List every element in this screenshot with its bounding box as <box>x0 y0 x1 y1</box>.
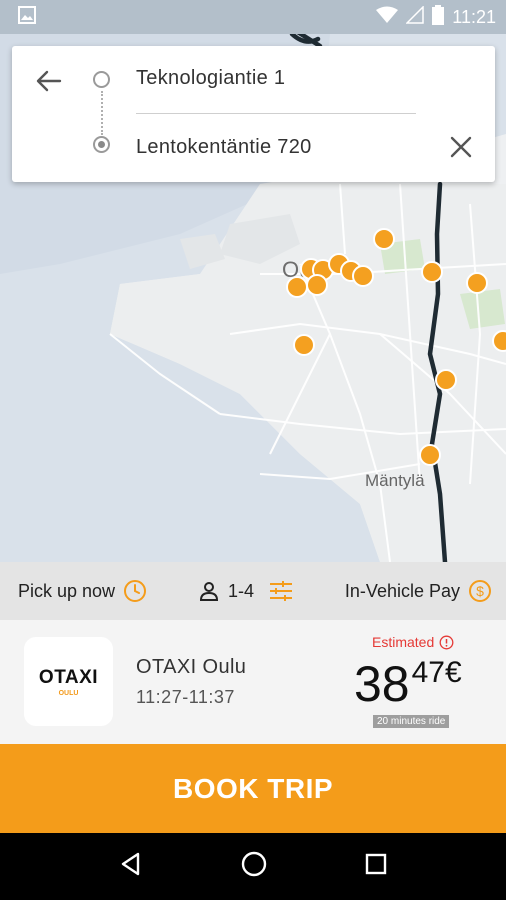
estimated-text: Estimated <box>372 634 435 650</box>
taxi-marker[interactable] <box>306 274 328 296</box>
price: 38 47€ <box>354 656 462 712</box>
book-trip-button[interactable]: BOOK TRIP <box>0 744 506 833</box>
destination-field[interactable]: Lentokentäntie 720 <box>136 136 312 159</box>
logo-text: OTAXI <box>38 666 99 688</box>
status-time: 11:21 <box>452 6 496 27</box>
person-icon <box>199 582 218 601</box>
taxi-marker[interactable] <box>435 369 457 391</box>
pickup-time-window: 11:27-11:37 <box>136 687 235 707</box>
signal-icon <box>405 4 425 29</box>
divider <box>136 113 416 114</box>
taxi-marker[interactable] <box>293 334 315 356</box>
filter-sliders-icon <box>270 581 292 601</box>
battery-icon <box>432 4 445 30</box>
payment-label: In-Vehicle Pay <box>344 580 460 601</box>
passengers-label: 1-4 <box>227 580 254 601</box>
info-icon <box>439 635 454 649</box>
passengers-option[interactable]: 1-4 <box>198 580 294 602</box>
route-connector <box>101 91 103 135</box>
provider-name: OTAXI Oulu <box>136 656 247 678</box>
price-decimal: 47€ <box>411 656 462 689</box>
taxi-marker[interactable] <box>466 272 488 294</box>
circle-home-icon <box>241 851 267 877</box>
origin-field[interactable]: Teknologiantie 1 <box>136 67 285 90</box>
back-button[interactable] <box>34 66 64 96</box>
taxi-marker[interactable] <box>373 228 395 250</box>
image-icon <box>18 5 36 29</box>
ride-duration-badge: 20 minutes ride <box>373 715 450 728</box>
taxi-marker[interactable] <box>352 265 374 287</box>
provider-row[interactable]: OTAXI OULU OTAXI Oulu 11:27-11:37 Estima… <box>0 620 506 744</box>
logo-subtext: OULU <box>58 689 79 697</box>
triangle-back-icon <box>121 852 140 876</box>
dollar-icon: $ <box>469 580 491 602</box>
home-nav-button[interactable] <box>240 850 268 883</box>
taxi-marker[interactable] <box>419 444 441 466</box>
pickup-label: Pick up now <box>18 580 116 601</box>
clock-icon <box>124 580 147 602</box>
clear-destination-button[interactable] <box>447 133 475 161</box>
system-nav-bar <box>0 833 506 900</box>
route-card: Teknologiantie 1 Lentokentäntie 720 <box>12 46 495 182</box>
square-recents-icon <box>365 853 387 875</box>
taxi-marker[interactable] <box>286 276 308 298</box>
back-nav-button[interactable] <box>118 851 144 882</box>
destination-dot-icon <box>93 136 110 153</box>
trip-options-bar: Pick up now 1-4 In-Vehicle Pay $ <box>0 562 506 620</box>
estimated-label[interactable]: Estimated <box>372 634 454 650</box>
map-label-district: Mäntylä <box>365 471 425 490</box>
wifi-icon <box>376 6 399 29</box>
status-bar: 11:21 <box>0 0 506 34</box>
recents-nav-button[interactable] <box>364 852 388 881</box>
payment-option[interactable]: In-Vehicle Pay $ <box>345 579 492 603</box>
close-icon <box>450 136 472 158</box>
svg-text:$: $ <box>476 583 484 599</box>
taxi-marker[interactable] <box>421 261 443 283</box>
origin-dot-icon <box>93 71 110 88</box>
price-main: 38 <box>354 656 410 712</box>
provider-logo: OTAXI OULU <box>24 637 113 726</box>
pickup-time-option[interactable]: Pick up now <box>18 579 147 603</box>
arrow-left-icon <box>36 70 62 92</box>
